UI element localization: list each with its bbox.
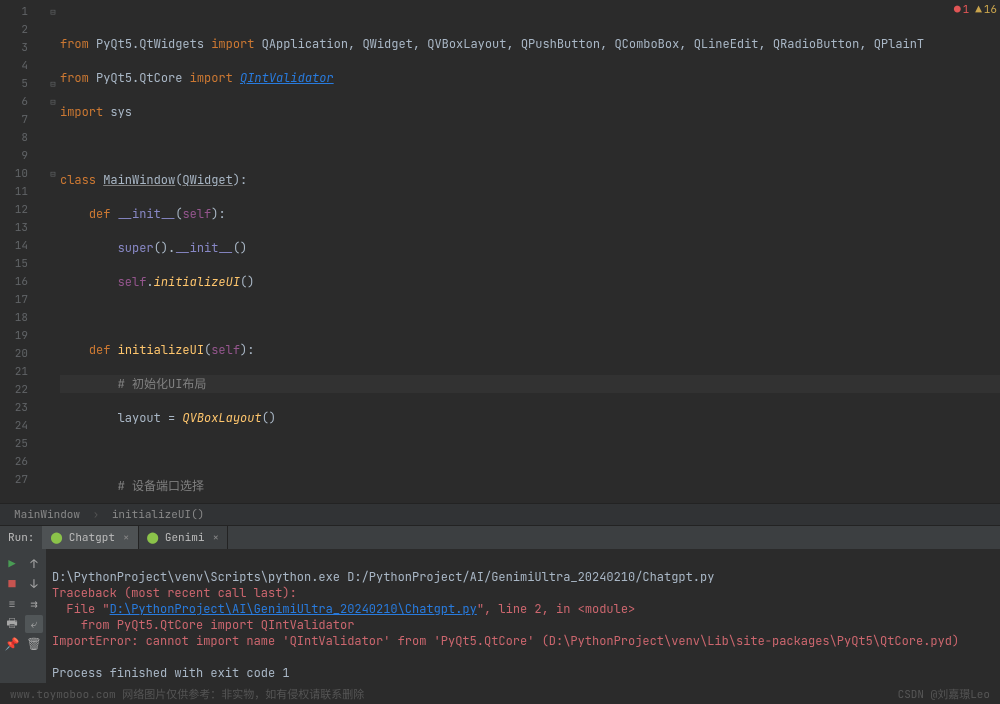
breadcrumb[interactable]: MainWindow › initializeUI() — [0, 503, 1000, 525]
trash-icon[interactable]: 🗑 — [25, 635, 43, 653]
current-line: # 初始化UI布局 — [60, 375, 1000, 393]
warning-icon[interactable]: ▲16 — [975, 3, 997, 17]
editor-pane: 1234567891011121314151617181920212223242… — [0, 0, 1000, 503]
close-icon[interactable]: × — [123, 531, 130, 545]
footer-left: www.toymoboo.com 网络图片仅供参考：非实物，如有侵权请联系删除 — [10, 686, 364, 702]
console-panel: ▶ ↑ ■ ↓ ≡ ⇉ 🖶 ⤶ 📌 🗑 D:\PythonProject\ven… — [0, 549, 1000, 683]
run-toolbar: Run: ⬤ Chatgpt × ⬤ Genimi × — [0, 525, 1000, 549]
line-gutter: 1234567891011121314151617181920212223242… — [0, 0, 46, 503]
console-output[interactable]: D:\PythonProject\venv\Scripts\python.exe… — [46, 549, 1000, 683]
fold-column[interactable]: ⊟⊟⊟⊟ — [46, 0, 60, 503]
pin-icon[interactable]: 📌 — [3, 635, 21, 653]
error-icon[interactable]: ●1 — [954, 3, 969, 17]
python-icon: ⬤ — [50, 531, 62, 545]
run-label: Run: — [0, 531, 42, 545]
breadcrumb-class[interactable]: MainWindow — [14, 508, 80, 522]
print-icon[interactable]: 🖶 — [3, 615, 21, 633]
python-icon: ⬤ — [147, 531, 159, 545]
rerun-icon[interactable]: ▶ — [3, 555, 21, 573]
run-tab-chatgpt[interactable]: ⬤ Chatgpt × — [42, 526, 138, 550]
breadcrumb-method[interactable]: initializeUI() — [112, 508, 204, 522]
wrap-icon[interactable]: ⤶ — [25, 615, 43, 633]
inspection-indicators[interactable]: ●1 ▲16 — [954, 3, 997, 17]
filter-icon[interactable]: ⇉ — [25, 595, 43, 613]
stop-icon[interactable]: ■ — [3, 575, 21, 593]
up-icon[interactable]: ↑ — [25, 555, 43, 573]
footer-right: CSDN @刘嘉璟Leo — [898, 686, 990, 702]
code-area[interactable]: ●1 ▲16 from PyQt5.QtWidgets import QAppl… — [60, 0, 1000, 503]
down-icon[interactable]: ↓ — [25, 575, 43, 593]
status-bar: www.toymoboo.com 网络图片仅供参考：非实物，如有侵权请联系删除 … — [0, 683, 1000, 704]
traceback-link[interactable]: D:\PythonProject\AI\GenimiUltra_20240210… — [110, 601, 477, 617]
layout-icon[interactable]: ≡ — [3, 595, 21, 613]
run-tool-column: ▶ ↑ ■ ↓ ≡ ⇉ 🖶 ⤶ 📌 🗑 — [0, 549, 46, 683]
close-icon[interactable]: × — [212, 531, 219, 545]
run-tab-genimi[interactable]: ⬤ Genimi × — [139, 526, 229, 550]
